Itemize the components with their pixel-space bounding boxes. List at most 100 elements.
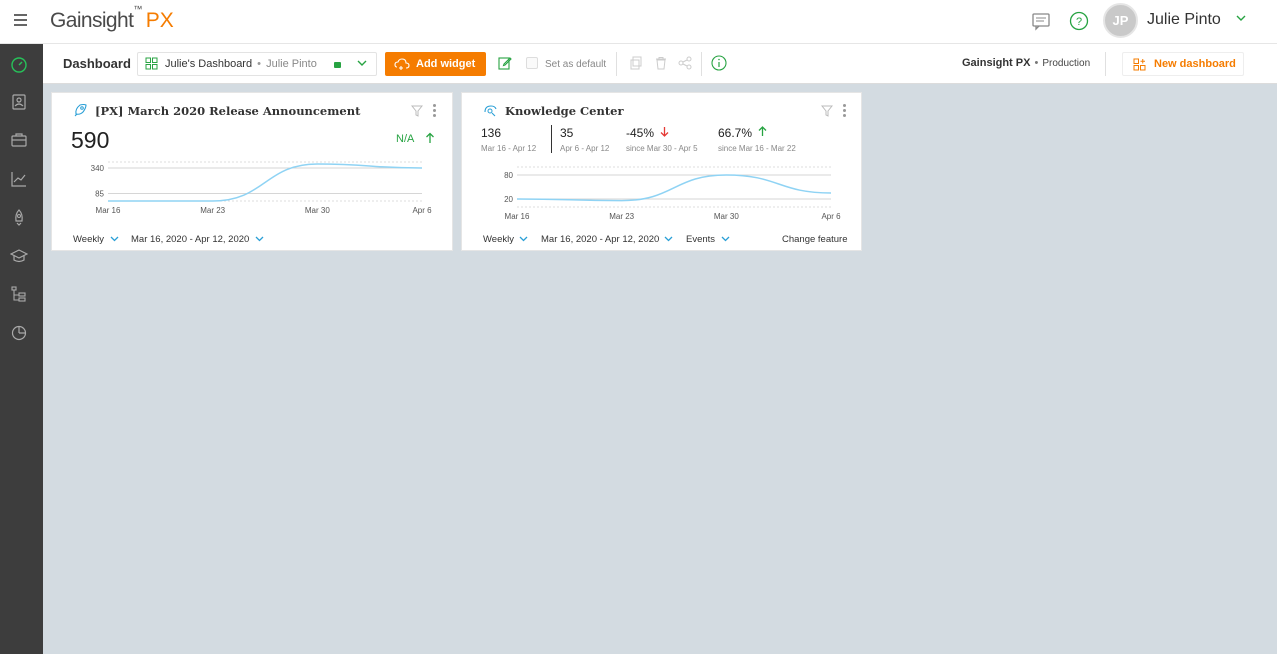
x-tick-label: Apr 6 (821, 212, 841, 221)
people-icon[interactable] (10, 93, 28, 111)
stat-current: 35 Apr 6 - Apr 12 (560, 126, 609, 153)
date-range-select[interactable]: Mar 16, 2020 - Apr 12, 2020 (131, 234, 249, 245)
bot-icon (484, 105, 497, 117)
logo-px: PX (145, 9, 174, 32)
change-feature-link[interactable]: Change feature (782, 234, 848, 245)
x-tick-label: Mar 30 (305, 206, 330, 215)
grid-icon (145, 57, 158, 70)
stat-value: 136 (481, 126, 502, 140)
chat-feedback-icon[interactable] (1030, 10, 1052, 32)
dashboard-owner: Julie Pinto (266, 58, 317, 70)
user-name[interactable]: Julie Pinto (1147, 11, 1221, 29)
hamburger-menu-icon[interactable] (14, 14, 27, 26)
stat-label: since Mar 30 - Apr 5 (626, 144, 698, 153)
trash-icon[interactable] (654, 56, 668, 70)
pie-chart-icon[interactable] (10, 323, 28, 341)
widget-title: [PX] March 2020 Release Announcement (95, 104, 361, 118)
y-tick-label: 85 (95, 190, 104, 199)
y-tick-label: 20 (504, 195, 513, 204)
help-icon[interactable]: ? (1068, 10, 1090, 32)
add-widget-label: Add widget (416, 58, 476, 70)
add-widget-button[interactable]: Add widget (385, 52, 486, 76)
stat-value-row: -45% (626, 126, 698, 140)
side-navigation (0, 44, 43, 654)
set-default-label: Set as default (545, 59, 607, 70)
add-widget-icon (394, 58, 410, 70)
x-tick-label: Mar 30 (714, 212, 739, 221)
rocket-icon[interactable] (10, 208, 28, 226)
gainsight-logo[interactable]: Gainsight™ PX (50, 4, 174, 33)
series-line (516, 174, 832, 202)
more-options-icon[interactable] (843, 104, 846, 119)
logo-trademark: ™ (133, 4, 142, 14)
info-icon[interactable] (711, 55, 727, 71)
metric-select[interactable]: Events (686, 234, 715, 245)
stat-label: since Mar 16 - Mar 22 (718, 144, 796, 153)
line-chart: 20 80 Mar 16 Mar 23 Mar 30 Apr 6 (504, 166, 841, 221)
arrow-up-icon (426, 132, 434, 143)
more-options-icon[interactable] (433, 104, 436, 119)
widget-change: N/A (396, 133, 415, 145)
stat-total: 136 Mar 16 - Apr 12 (481, 126, 536, 153)
copy-icon[interactable] (629, 56, 643, 70)
line-chart: 85 340 Mar 16 Mar 23 Mar 30 Apr 6 (91, 161, 432, 215)
chevron-down-icon[interactable] (664, 235, 673, 243)
new-dashboard-button[interactable]: New dashboard (1122, 52, 1244, 76)
stat-divider (551, 125, 552, 153)
dashboard-toolbar: Dashboard Julie's Dashboard • Julie Pint… (43, 44, 1277, 84)
megaphone-icon (74, 103, 87, 117)
new-dashboard-label: New dashboard (1154, 58, 1236, 70)
briefcase-icon[interactable] (10, 131, 28, 149)
toolbar-divider (616, 52, 617, 76)
product-name: Gainsight PX (962, 57, 1031, 69)
chevron-down-icon[interactable] (1236, 14, 1246, 22)
product-separator: • (1034, 57, 1039, 69)
widget-title: Knowledge Center (505, 104, 624, 118)
chevron-down-icon[interactable] (357, 58, 367, 68)
environment-name: Production (1042, 58, 1091, 69)
x-tick-label: Mar 23 (200, 206, 225, 215)
chevron-down-icon[interactable] (255, 235, 264, 243)
product-environment: Gainsight PX • Production (962, 57, 1090, 69)
dashboard-name-text: Julie's Dashboard (165, 58, 253, 70)
toolbar-divider (701, 52, 702, 76)
speedometer-icon[interactable] (10, 56, 28, 74)
date-range-select[interactable]: Mar 16, 2020 - Apr 12, 2020 (541, 234, 659, 245)
dashboard-selector[interactable]: Julie's Dashboard • Julie Pinto (137, 52, 377, 76)
widget-release-announcement: [PX] March 2020 Release Announcement 590… (51, 92, 453, 251)
page-title: Dashboard (63, 56, 131, 71)
top-header: Gainsight™ PX ? JP Julie Pinto (0, 0, 1277, 44)
widget-value: 590 (71, 127, 110, 153)
tree-icon[interactable] (10, 285, 28, 303)
arrow-up-icon (758, 126, 767, 136)
stat-label: Mar 16 - Apr 12 (481, 144, 537, 153)
period-select[interactable]: Weekly (483, 234, 514, 245)
stat-value: 35 (560, 126, 574, 140)
toolbar-divider (1105, 52, 1106, 76)
filter-icon[interactable] (821, 105, 833, 117)
graduation-cap-icon[interactable] (10, 247, 28, 265)
logo-brand: Gainsight (50, 9, 134, 32)
period-select[interactable]: Weekly (73, 234, 104, 245)
stat-change-period: 66.7% since Mar 16 - Mar 22 (718, 126, 796, 153)
lock-icon (334, 62, 341, 68)
line-chart-icon[interactable] (10, 170, 28, 188)
series-line (108, 163, 423, 202)
set-default-checkbox[interactable] (526, 57, 538, 69)
svg-text:?: ? (1076, 16, 1082, 28)
x-tick-label: Mar 23 (609, 212, 634, 221)
user-avatar[interactable]: JP (1103, 3, 1138, 38)
x-tick-label: Mar 16 (505, 212, 530, 221)
y-tick-label: 80 (504, 171, 513, 180)
y-tick-label: 340 (91, 164, 105, 173)
chevron-down-icon[interactable] (721, 235, 730, 243)
dashboard-name: Julie's Dashboard • Julie Pinto (165, 58, 317, 70)
edit-icon[interactable] (498, 56, 512, 70)
filter-icon[interactable] (411, 105, 423, 117)
stat-value-row: 66.7% (718, 126, 796, 140)
chevron-down-icon[interactable] (110, 235, 119, 243)
chevron-down-icon[interactable] (519, 235, 528, 243)
new-dashboard-icon (1133, 58, 1146, 71)
x-tick-label: Mar 16 (96, 206, 121, 215)
share-icon[interactable] (678, 56, 692, 70)
